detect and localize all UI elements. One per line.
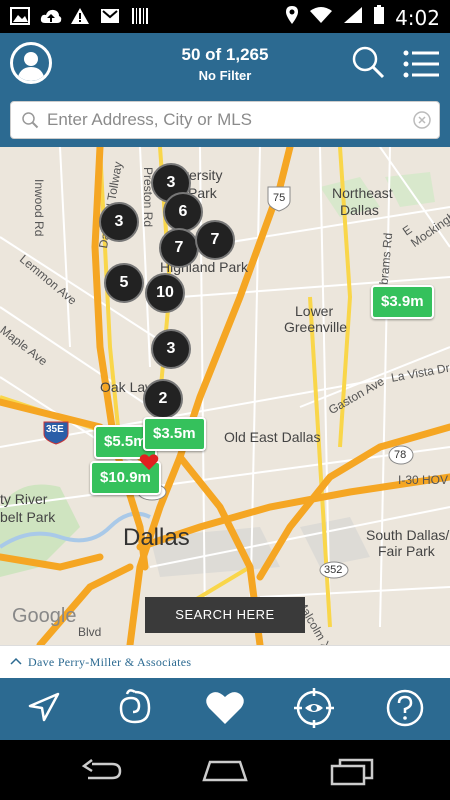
draw-lasso-icon (119, 689, 151, 724)
listing-cluster[interactable]: 7 (159, 228, 199, 268)
search-field-icon (22, 112, 39, 129)
home-icon[interactable] (200, 758, 250, 784)
recent-apps-icon[interactable] (330, 758, 374, 786)
back-icon[interactable] (78, 758, 124, 784)
search-button[interactable] (350, 44, 386, 80)
tab-open-houses[interactable] (292, 686, 336, 730)
map-label: Blvd (78, 625, 102, 639)
warning-notification-icon (70, 7, 90, 25)
search-box (10, 101, 440, 139)
brokerage-name: Dave Perry-Miller & Associates (28, 655, 192, 669)
bottom-tab-bar (0, 678, 450, 740)
map-label: belt Park (0, 509, 56, 525)
map-label: Dallas (123, 524, 190, 551)
search-bar (0, 95, 450, 147)
location-status-icon (285, 5, 299, 30)
price-pin[interactable]: $3.9m (371, 285, 434, 319)
listing-cluster[interactable]: 6 (163, 192, 203, 232)
brokerage-banner[interactable]: Dave Perry-Miller & Associates (0, 645, 450, 679)
tab-draw-area[interactable] (113, 686, 157, 730)
system-navigation-bar (0, 740, 450, 800)
status-bar: 4:02 (0, 0, 450, 33)
highway-35e-shield: 35E (46, 424, 64, 435)
map-label: Fair Park (378, 543, 435, 559)
navigate-icon (28, 692, 60, 722)
mail-notification-icon (100, 7, 120, 25)
tab-help[interactable] (383, 686, 427, 730)
address-search-input[interactable] (45, 106, 409, 134)
app-header: 50 of 1,265 No Filter (0, 33, 450, 95)
clear-search-icon[interactable] (413, 111, 431, 129)
map-label: I-30 HOV (398, 473, 449, 487)
cloud-upload-notification-icon (40, 7, 62, 25)
heart-icon (206, 692, 244, 724)
battery-status-icon (373, 5, 385, 30)
listing-cluster[interactable]: 5 (104, 263, 144, 303)
list-menu-icon (403, 50, 439, 78)
highway-78-shield: 78 (394, 449, 407, 461)
list-view-button[interactable] (402, 49, 440, 79)
search-here-button[interactable]: SEARCH HERE (145, 597, 305, 633)
listing-cluster[interactable]: 2 (143, 379, 183, 419)
map-label: Old East Dallas (224, 429, 321, 445)
map-label: ty River (0, 491, 48, 507)
cell-signal-status-icon (343, 6, 363, 29)
open-house-eye-icon (294, 688, 334, 728)
search-icon (352, 46, 385, 79)
tab-favorites[interactable] (203, 686, 247, 730)
listing-cluster[interactable]: 10 (145, 273, 185, 313)
map-view[interactable]: versity Park Highland Park Northeast Dal… (0, 147, 450, 645)
price-pin[interactable]: $3.5m (143, 417, 206, 451)
favorite-heart-marker-icon[interactable] (139, 453, 159, 471)
listing-cluster[interactable]: 3 (151, 329, 191, 369)
map-label: Lower (295, 303, 334, 319)
help-icon (386, 689, 424, 727)
listing-cluster[interactable]: 7 (195, 220, 235, 260)
gallery-notification-icon (10, 7, 30, 25)
map-label: Greenville (284, 319, 348, 335)
map-label: Dallas (340, 202, 379, 218)
chevron-up-icon (10, 657, 22, 665)
barcode-notification-icon (130, 7, 150, 25)
map-label: South Dallas/ (366, 527, 450, 543)
map-label: Northeast (332, 185, 393, 201)
highway-75-shield: 75 (273, 192, 286, 204)
highway-352-shield: 352 (324, 564, 343, 576)
wifi-status-icon (309, 6, 333, 29)
listing-cluster[interactable]: 3 (99, 202, 139, 242)
google-logo: Google (12, 605, 77, 627)
tab-current-location[interactable] (22, 686, 66, 730)
map-label: Inwood Rd (32, 179, 46, 237)
status-time: 4:02 (395, 5, 440, 30)
